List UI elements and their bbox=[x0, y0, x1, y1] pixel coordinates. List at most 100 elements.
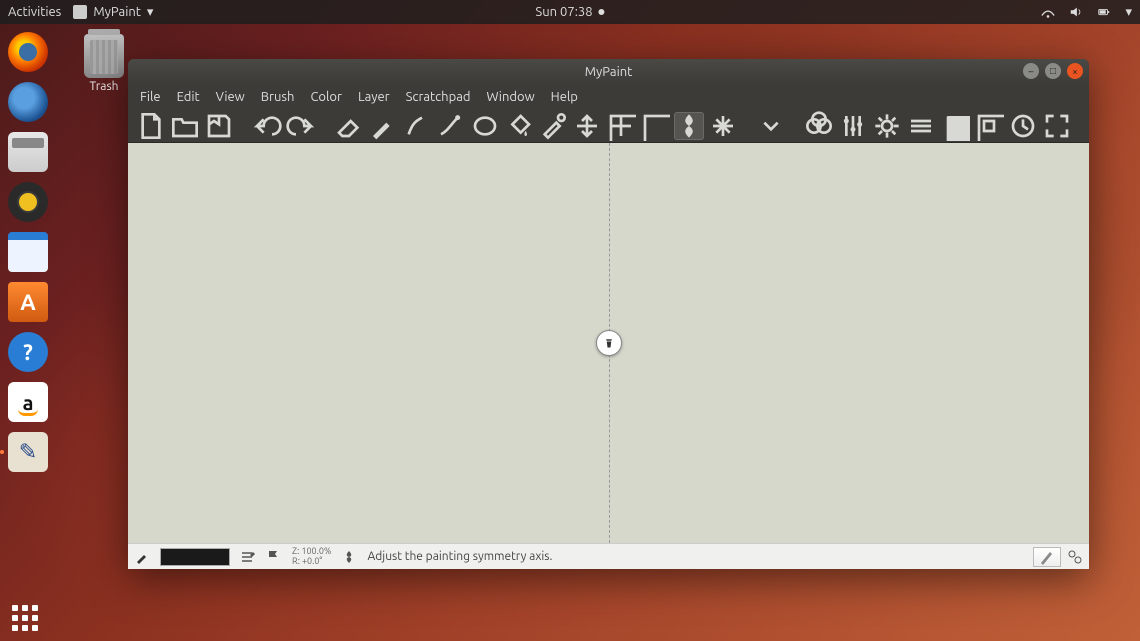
menu-layer[interactable]: Layer bbox=[352, 88, 396, 106]
pan-icon bbox=[708, 111, 738, 141]
color-wheel-button[interactable] bbox=[804, 112, 834, 140]
brush-button[interactable] bbox=[368, 112, 398, 140]
dock-rhythmbox[interactable] bbox=[6, 180, 50, 224]
open-file-icon bbox=[170, 111, 200, 141]
status-hint: Adjust the painting symmetry axis. bbox=[367, 550, 552, 563]
brush-icon bbox=[368, 111, 398, 141]
symmetry-handle[interactable] bbox=[596, 330, 622, 356]
fullscreen-icon bbox=[1042, 111, 1072, 141]
show-applications-button[interactable] bbox=[12, 605, 38, 631]
frame-icon bbox=[640, 111, 670, 141]
eraser-button[interactable] bbox=[334, 112, 364, 140]
open-file-button[interactable] bbox=[170, 112, 200, 140]
menu-edit[interactable]: Edit bbox=[171, 88, 206, 106]
layers-button[interactable] bbox=[906, 112, 936, 140]
picker-button[interactable] bbox=[538, 112, 568, 140]
dock-software[interactable] bbox=[6, 280, 50, 324]
frame-edit-button[interactable] bbox=[606, 112, 636, 140]
ink-icon bbox=[402, 111, 432, 141]
network-icon[interactable] bbox=[1041, 5, 1055, 19]
writer-icon bbox=[8, 232, 48, 272]
fill-button[interactable] bbox=[504, 112, 534, 140]
rhythmbox-icon bbox=[8, 182, 48, 222]
reposition-button[interactable] bbox=[572, 112, 602, 140]
pan-button[interactable] bbox=[708, 112, 738, 140]
picker-icon bbox=[538, 111, 568, 141]
settings-status-icon[interactable] bbox=[1067, 549, 1083, 565]
gear-button[interactable] bbox=[872, 112, 902, 140]
menu-help[interactable]: Help bbox=[545, 88, 584, 106]
reset-view-button[interactable] bbox=[1008, 112, 1038, 140]
zoom-readout: Z: 100.0% R: +0.0° bbox=[292, 547, 331, 567]
dock-writer[interactable] bbox=[6, 230, 50, 274]
frame-edit-icon bbox=[606, 111, 636, 141]
lines-icon bbox=[436, 111, 466, 141]
mypaint-mini-icon bbox=[73, 5, 87, 19]
frame-button[interactable] bbox=[640, 112, 670, 140]
statusbar: Z: 100.0% R: +0.0° Adjust the painting s… bbox=[128, 543, 1089, 569]
dock-firefox[interactable] bbox=[6, 30, 50, 74]
undo-icon bbox=[252, 111, 282, 141]
app-menu[interactable]: MyPaint ▾ bbox=[73, 5, 153, 20]
gear-icon bbox=[872, 111, 902, 141]
desktop-trash[interactable]: Trash bbox=[84, 34, 124, 93]
brush-preview[interactable] bbox=[1033, 547, 1061, 567]
battery-icon[interactable] bbox=[1097, 5, 1111, 19]
layers-icon bbox=[906, 111, 936, 141]
flag-status-icon[interactable] bbox=[266, 549, 282, 565]
save-file-button[interactable] bbox=[204, 112, 234, 140]
undo-button[interactable] bbox=[252, 112, 282, 140]
files-icon bbox=[8, 132, 48, 172]
reset-view-icon bbox=[1008, 111, 1038, 141]
scratchpad-button[interactable] bbox=[940, 112, 970, 140]
maximize-button[interactable]: □ bbox=[1045, 63, 1061, 79]
clock[interactable]: Sun 07:38 bbox=[535, 5, 604, 19]
symmetry-icon bbox=[674, 111, 704, 141]
edit-status-icon[interactable] bbox=[240, 549, 256, 565]
dock-mypaint[interactable] bbox=[6, 430, 50, 474]
menu-scratchpad[interactable]: Scratchpad bbox=[400, 88, 477, 106]
menubar: File Edit View Brush Color Layer Scratch… bbox=[128, 85, 1089, 109]
dropdown-icon bbox=[756, 111, 786, 141]
trash-label: Trash bbox=[89, 80, 118, 93]
activities-button[interactable]: Activities bbox=[8, 5, 61, 19]
canvas[interactable] bbox=[128, 143, 1089, 543]
menu-file[interactable]: File bbox=[134, 88, 167, 106]
sliders-button[interactable] bbox=[838, 112, 868, 140]
dock-amazon[interactable]: a bbox=[6, 380, 50, 424]
mypaint-window: MyPaint – □ × File Edit View Brush Color… bbox=[128, 59, 1089, 569]
menu-color[interactable]: Color bbox=[304, 88, 348, 106]
system-menu-chevron-icon[interactable]: ▾ bbox=[1125, 5, 1132, 20]
lines-button[interactable] bbox=[436, 112, 466, 140]
titlebar[interactable]: MyPaint – □ × bbox=[128, 59, 1089, 85]
launcher-dock: ? a bbox=[0, 24, 56, 641]
minimize-button[interactable]: – bbox=[1023, 63, 1039, 79]
color-swatch[interactable] bbox=[160, 548, 230, 566]
fullscreen-button[interactable] bbox=[1042, 112, 1072, 140]
close-button[interactable]: × bbox=[1067, 63, 1083, 79]
trash-icon bbox=[84, 34, 124, 78]
symmetry-button[interactable] bbox=[674, 112, 704, 140]
chevron-down-icon: ▾ bbox=[147, 5, 154, 20]
new-file-button[interactable] bbox=[136, 112, 166, 140]
menu-view[interactable]: View bbox=[210, 88, 251, 106]
ellipse-button[interactable] bbox=[470, 112, 500, 140]
save-file-icon bbox=[204, 111, 234, 141]
ink-button[interactable] bbox=[402, 112, 432, 140]
software-icon bbox=[8, 282, 48, 322]
brush-status-icon[interactable] bbox=[134, 549, 150, 565]
scratchpad-icon bbox=[940, 111, 970, 141]
dock-thunderbird[interactable] bbox=[6, 80, 50, 124]
redo-button[interactable] bbox=[286, 112, 316, 140]
amazon-icon: a bbox=[8, 382, 48, 422]
menu-window[interactable]: Window bbox=[481, 88, 541, 106]
redo-icon bbox=[286, 111, 316, 141]
dropdown-button[interactable] bbox=[756, 112, 786, 140]
dock-files[interactable] bbox=[6, 130, 50, 174]
dock-help[interactable]: ? bbox=[6, 330, 50, 374]
fit-button[interactable] bbox=[974, 112, 1004, 140]
volume-icon[interactable] bbox=[1069, 5, 1083, 19]
menu-brush[interactable]: Brush bbox=[255, 88, 301, 106]
reposition-icon bbox=[572, 111, 602, 141]
clock-label: Sun 07:38 bbox=[535, 5, 592, 19]
